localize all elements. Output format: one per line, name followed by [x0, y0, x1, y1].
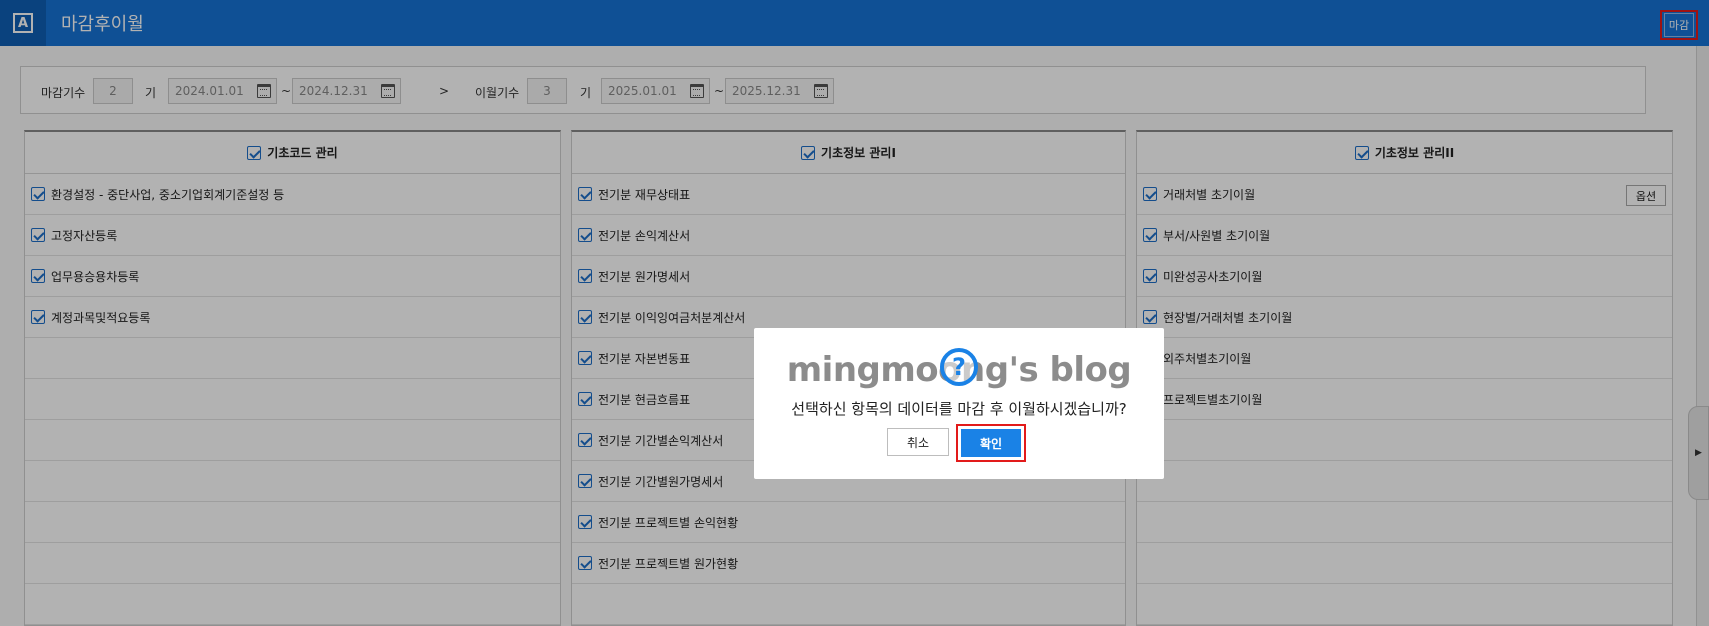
modal-overlay	[0, 0, 1709, 626]
confirm-dialog: mingmoong's blog ? 선택하신 항목의 데이터를 마감 후 이월…	[754, 328, 1164, 479]
ok-button-highlight: 확인	[956, 424, 1026, 462]
question-icon: ?	[940, 348, 978, 386]
confirm-message: 선택하신 항목의 데이터를 마감 후 이월하시겠습니까?	[791, 400, 1127, 418]
ok-button[interactable]: 확인	[961, 429, 1021, 457]
cancel-button[interactable]: 취소	[887, 428, 949, 456]
